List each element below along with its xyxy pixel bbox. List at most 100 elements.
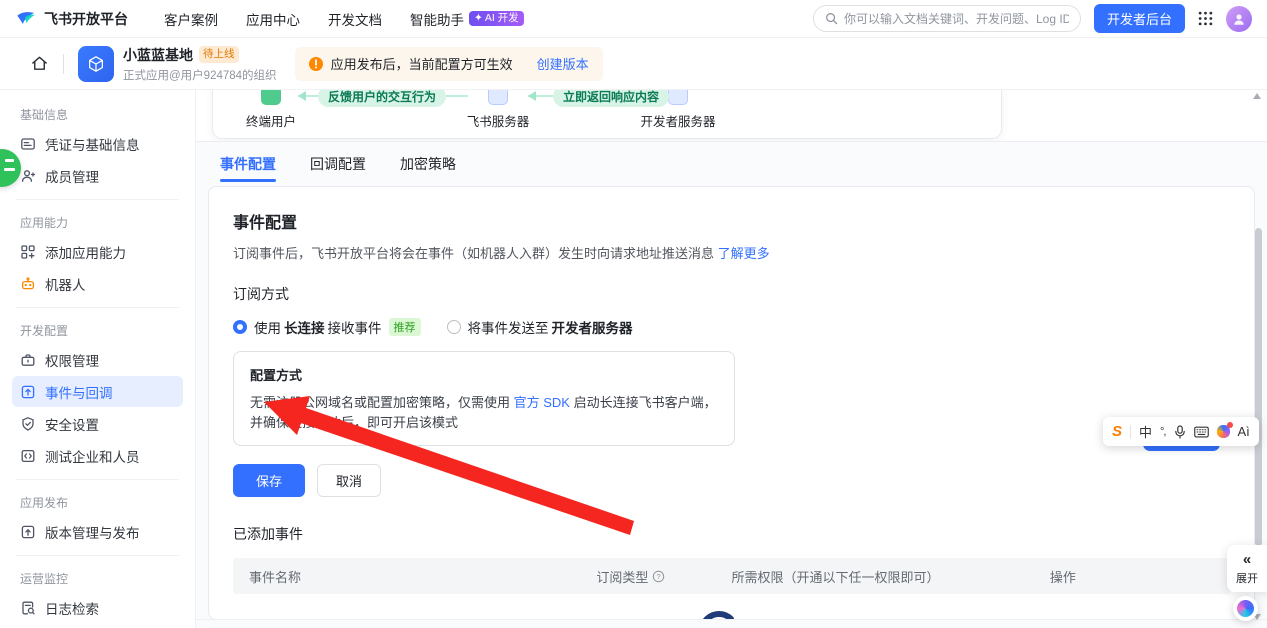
sidebar-item-version-release[interactable]: 版本管理与发布: [12, 516, 183, 547]
sidebar-item-permissions[interactable]: 权限管理: [12, 344, 183, 375]
developer-console-button[interactable]: 开发者后台: [1094, 4, 1185, 33]
nav-item-assistant[interactable]: 智能助手 ✦AI 开发: [410, 9, 524, 29]
sidebar-item-credentials[interactable]: 凭证与基础信息: [12, 128, 183, 159]
sidebar-item-label: 权限管理: [45, 350, 99, 370]
tab-encryption-strategy[interactable]: 加密策略: [400, 142, 456, 186]
sogou-ime-logo-icon[interactable]: S: [1112, 423, 1122, 440]
sidebar-item-label: 机器人: [45, 274, 86, 294]
sidebar-item-log-search[interactable]: 日志检索: [12, 592, 183, 623]
flow-node-label: 开发者服务器: [640, 111, 715, 130]
event-config-description: 订阅事件后，飞书开放平台将会在事件（如机器人入群）发生时向请求地址推送消息 了解…: [233, 243, 1230, 262]
ime-toolbar[interactable]: S 中 °, Aì: [1103, 417, 1259, 446]
sidebar-item-test-org[interactable]: 测试企业和人员: [12, 440, 183, 471]
radio-unselected-icon[interactable]: [447, 320, 461, 334]
id-card-icon: [20, 136, 36, 152]
nav-item-docs[interactable]: 开发文档: [328, 9, 382, 29]
ai-dev-badge: ✦AI 开发: [469, 11, 524, 26]
sidebar-item-quality-dashboard[interactable]: 应用质量看板: [12, 624, 183, 628]
divider: [16, 479, 179, 480]
horizontal-scrollbar-track[interactable]: [196, 619, 1267, 628]
official-sdk-link[interactable]: 官方 SDK: [514, 395, 570, 410]
ime-punctuation-icon[interactable]: °,: [1160, 426, 1165, 438]
expand-panel-button[interactable]: « 展开: [1227, 545, 1267, 592]
sparkle-icon: ✦: [474, 13, 483, 24]
radio-selected-icon[interactable]: [233, 320, 247, 334]
tab-callback-config[interactable]: 回调配置: [310, 142, 366, 186]
search-icon: [825, 12, 838, 25]
apps-grid-icon[interactable]: [1198, 11, 1213, 26]
status-badge: 待上线: [199, 46, 239, 63]
subscribe-mode-options: 使用长连接接收事件 推荐 将事件发送至开发者服务器: [233, 317, 1230, 337]
shield-check-icon: [20, 416, 36, 432]
create-version-link[interactable]: 创建版本: [537, 54, 589, 73]
ime-skin-icon[interactable]: [1217, 425, 1230, 438]
sidebar-section-title-devconfig: 开发配置: [12, 316, 183, 343]
user-avatar[interactable]: [1226, 6, 1252, 32]
code-icon: [20, 448, 36, 464]
divider: [1130, 425, 1131, 439]
radio-label: 将事件发送至开发者服务器: [468, 317, 636, 337]
form-buttons: 保存 取消: [233, 464, 1230, 497]
column-required-permissions: 所需权限（开通以下任一权限即可）: [731, 567, 1049, 586]
svg-text:?: ?: [657, 572, 661, 581]
publish-icon: [20, 524, 36, 540]
flow-node-end-user: 终端用户: [226, 90, 316, 130]
top-navbar: 飞书开放平台 客户案例 应用中心 开发文档 智能助手 ✦AI 开发 开发者后台: [0, 0, 1267, 38]
sidebar-item-security[interactable]: 安全设置: [12, 408, 183, 439]
radio-long-connection[interactable]: 使用长连接接收事件 推荐: [233, 317, 421, 337]
topnav-right-group: 开发者后台: [813, 4, 1252, 33]
config-tabs: 事件配置 回调配置 加密策略: [196, 142, 1267, 186]
robot-icon: [20, 276, 36, 292]
column-actions: 操作: [1050, 567, 1214, 586]
description-text: 订阅事件后，飞书开放平台将会在事件（如机器人入群）发生时向请求地址推送消息: [233, 246, 714, 261]
app-header-bar: 小蓝蓝基地 待上线 正式应用@用户924784的组织 应用发布后，当前配置方可生…: [0, 38, 1267, 90]
cube-icon: [85, 53, 107, 75]
sidebar-item-events-callbacks[interactable]: 事件与回调: [12, 376, 183, 407]
sidebar-item-label: 版本管理与发布: [45, 522, 140, 542]
home-icon[interactable]: [30, 54, 49, 73]
scrollbar-up-arrow-icon[interactable]: [1253, 93, 1261, 99]
search-input[interactable]: [844, 12, 1069, 26]
sidebar-section-title-capability: 应用能力: [12, 208, 183, 235]
sidebar-item-label: 成员管理: [45, 166, 99, 186]
config-mode-title: 配置方式: [250, 365, 718, 384]
end-user-icon: [261, 90, 281, 105]
sidebar-item-label: 测试企业和人员: [45, 446, 140, 466]
learn-more-link[interactable]: 了解更多: [718, 246, 770, 261]
sidebar-item-label: 日志检索: [45, 598, 99, 618]
radio-label: 使用长连接接收事件: [254, 317, 382, 337]
app-avatar-icon[interactable]: [78, 46, 114, 82]
nav-item-appcenter[interactable]: 应用中心: [246, 9, 300, 29]
sidebar-item-bot[interactable]: 机器人: [12, 268, 183, 299]
event-flow-diagram-card: 终端用户 飞书服务器 开发者服务器 反馈用户的交互行为 立即返回响应内容: [212, 90, 1002, 139]
developer-server-icon: [668, 90, 688, 105]
vertical-scrollbar-thumb[interactable]: [1255, 228, 1262, 546]
sidebar-item-add-capability[interactable]: 添加应用能力: [12, 236, 183, 267]
warning-text: 应用发布后，当前配置方可生效: [331, 54, 513, 73]
page-title: 事件配置: [233, 209, 1230, 233]
log-search-icon: [20, 600, 36, 616]
save-button[interactable]: 保存: [233, 464, 305, 497]
feishu-logo-brand[interactable]: 飞书开放平台: [15, 8, 128, 30]
keyboard-icon[interactable]: [1194, 426, 1209, 438]
global-search-box[interactable]: [813, 5, 1081, 32]
publish-warning-banner: 应用发布后，当前配置方可生效 创建版本: [295, 47, 603, 81]
sidebar-item-label: 凭证与基础信息: [45, 134, 140, 154]
ime-ai-assistant-icon[interactable]: Aì: [1238, 424, 1250, 439]
sidebar-item-members[interactable]: 成员管理: [12, 160, 183, 191]
flow-edge-label: 立即返回响应内容: [553, 90, 669, 107]
config-mode-box: 配置方式 无需注册公网域名或配置加密策略，仅需使用 官方 SDK 启动长连接飞书…: [233, 351, 735, 446]
ai-assistant-floating-button[interactable]: [1233, 596, 1258, 621]
ime-chinese-mode-icon[interactable]: 中: [1139, 422, 1152, 441]
help-icon[interactable]: ?: [652, 570, 665, 583]
flow-node-label: 飞书服务器: [467, 111, 530, 130]
sidebar: 基础信息 凭证与基础信息 成员管理 应用能力 添加应用能力 机器人 开发配置 权…: [0, 90, 196, 628]
cancel-button[interactable]: 取消: [317, 464, 381, 497]
tab-event-config[interactable]: 事件配置: [220, 142, 276, 186]
nav-item-cases[interactable]: 客户案例: [164, 9, 218, 29]
sidebar-item-label: 添加应用能力: [45, 242, 126, 262]
microphone-icon[interactable]: [1174, 425, 1186, 439]
app-name: 小蓝蓝基地: [123, 45, 193, 65]
brand-title: 飞书开放平台: [44, 9, 128, 29]
radio-send-to-server[interactable]: 将事件发送至开发者服务器: [447, 317, 636, 337]
